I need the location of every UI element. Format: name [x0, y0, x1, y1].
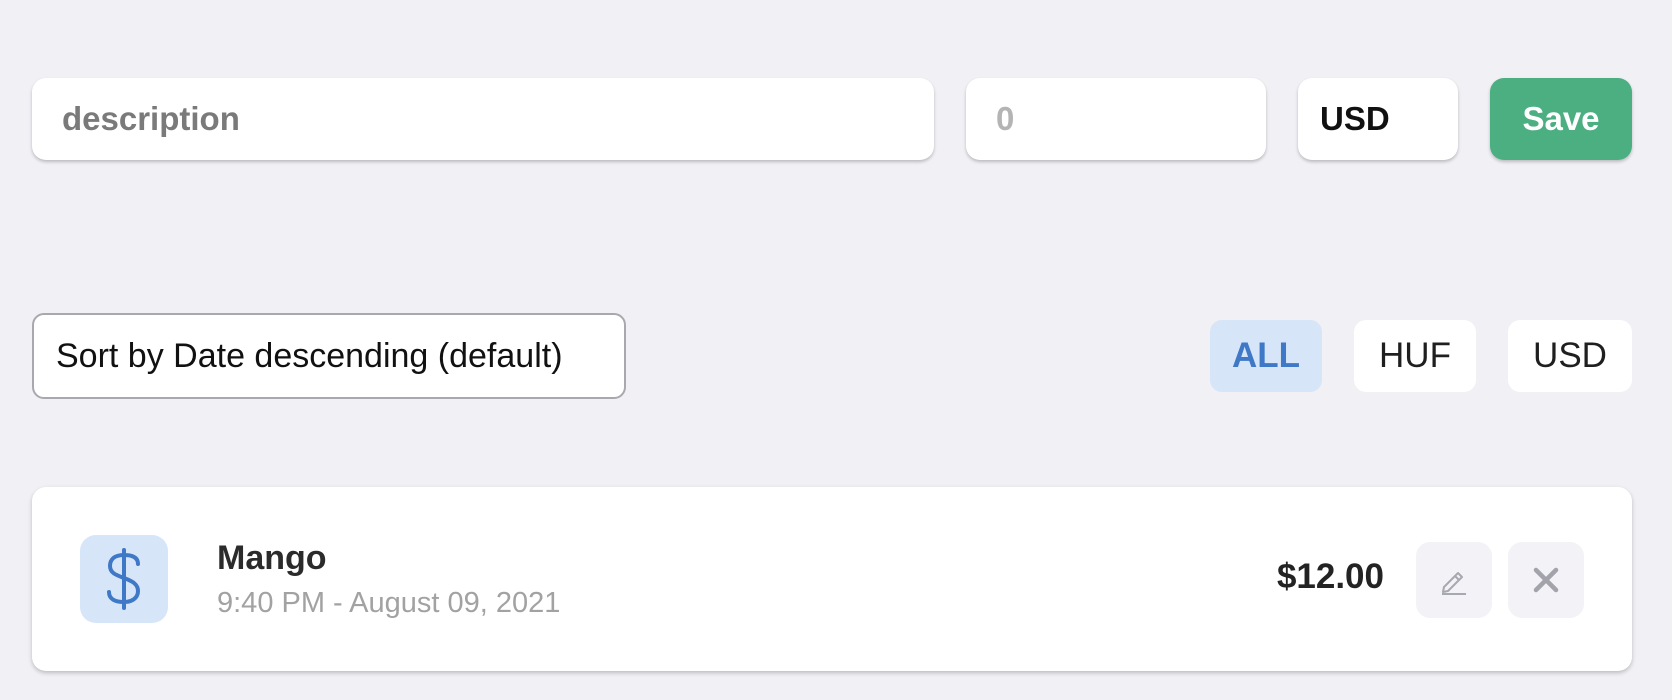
- amount-placeholder: 0: [996, 100, 1015, 137]
- expense-amount: $12.00: [1276, 557, 1384, 596]
- delete-button[interactable]: [1508, 542, 1584, 618]
- filter-usd-button[interactable]: USD: [1508, 320, 1632, 392]
- filter-huf-button[interactable]: HUF: [1354, 320, 1476, 392]
- save-button[interactable]: Save: [1490, 78, 1632, 160]
- expense-date: 9:40 PM - August 09, 2021: [217, 587, 561, 619]
- description-input[interactable]: description: [32, 78, 934, 160]
- sort-select[interactable]: Sort by Date descending (default): [32, 313, 626, 399]
- expense-item-card: Mango 9:40 PM - August 09, 2021 $12.00: [32, 487, 1632, 671]
- close-icon: [1533, 567, 1559, 593]
- filter-all-button[interactable]: ALL: [1210, 320, 1322, 392]
- amount-input[interactable]: 0: [966, 78, 1266, 160]
- expense-title: Mango: [217, 539, 327, 577]
- description-placeholder: description: [62, 100, 240, 137]
- currency-select[interactable]: USD: [1298, 78, 1458, 160]
- edit-button[interactable]: [1416, 542, 1492, 618]
- currency-value: USD: [1320, 100, 1390, 137]
- currency-badge: [80, 535, 168, 623]
- currency-filter-group: ALL HUF USD: [1210, 320, 1632, 392]
- sort-select-label: Sort by Date descending (default): [56, 336, 563, 375]
- dollar-icon: [107, 548, 141, 610]
- expense-form: description 0 USD Save: [32, 78, 1632, 160]
- pencil-icon: [1442, 572, 1466, 595]
